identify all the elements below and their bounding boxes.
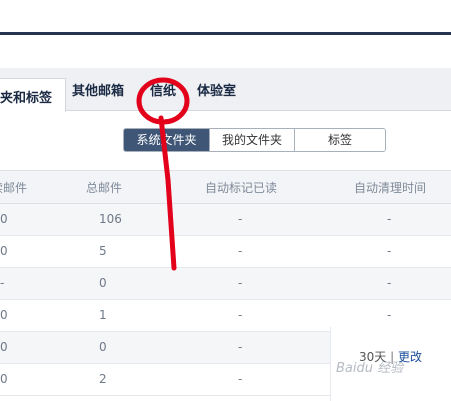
top-bar <box>0 0 451 35</box>
my-folders-button[interactable]: 我的文件夹 <box>210 129 295 151</box>
cell-auto-read: - <box>238 244 243 258</box>
cell-auto-clean: - <box>387 276 392 290</box>
cell-auto-clean: - <box>387 212 392 226</box>
tab-folders-and-tags-label: 夹和标签 <box>0 91 53 106</box>
tags-button[interactable]: 标签 <box>295 129 385 151</box>
settings-tab-bar: 其他邮箱 信纸 体验室 <box>0 68 451 111</box>
header-auto-read: 自动标记已读 <box>205 181 278 195</box>
tab-folders-and-tags[interactable]: 夹和标签 <box>0 78 66 112</box>
cell-unread: 0 <box>0 212 8 226</box>
system-folders-button[interactable]: 系统文件夹 <box>124 129 210 151</box>
cell-total: 106 <box>99 212 122 226</box>
tab-other-mailboxes[interactable]: 其他邮箱 <box>72 80 124 99</box>
table-row[interactable]: 0 106 - - <box>0 204 451 236</box>
cell-total: 0 <box>99 276 107 290</box>
cell-unread: 0 <box>0 340 8 354</box>
header-auto-clean: 自动清理时间 <box>354 181 427 195</box>
cell-auto-read: - <box>238 212 243 226</box>
header-area <box>0 35 451 68</box>
cell-unread: - <box>0 276 5 290</box>
cell-unread: 0 <box>0 372 8 386</box>
cell-auto-clean: - <box>387 244 392 258</box>
cell-total: 2 <box>99 372 107 386</box>
folder-type-switch: 系统文件夹 我的文件夹 标签 <box>123 128 386 152</box>
tab-letter-paper[interactable]: 信纸 <box>150 80 176 99</box>
cell-total: 5 <box>99 244 107 258</box>
header-total: 总邮件 <box>86 181 123 195</box>
cell-total: 0 <box>99 340 107 354</box>
header-unread: 读邮件 <box>0 181 28 195</box>
cell-unread: 0 <box>0 244 8 258</box>
cell-auto-read: - <box>238 372 243 386</box>
cell-auto-read: - <box>238 308 243 322</box>
watermark: Baidu 经验 <box>336 361 404 376</box>
table-row[interactable]: - 0 - - <box>0 268 451 300</box>
cell-auto-read: - <box>238 276 243 290</box>
cell-total: 1 <box>99 308 107 322</box>
cell-auto-clean: - <box>387 308 392 322</box>
table-row[interactable]: 0 5 - - <box>0 236 451 268</box>
tab-lab[interactable]: 体验室 <box>197 80 236 99</box>
cell-unread: 0 <box>0 308 8 322</box>
table-header: 读邮件 总邮件 自动标记已读 自动清理时间 <box>0 170 451 204</box>
cell-auto-read: - <box>238 340 243 354</box>
